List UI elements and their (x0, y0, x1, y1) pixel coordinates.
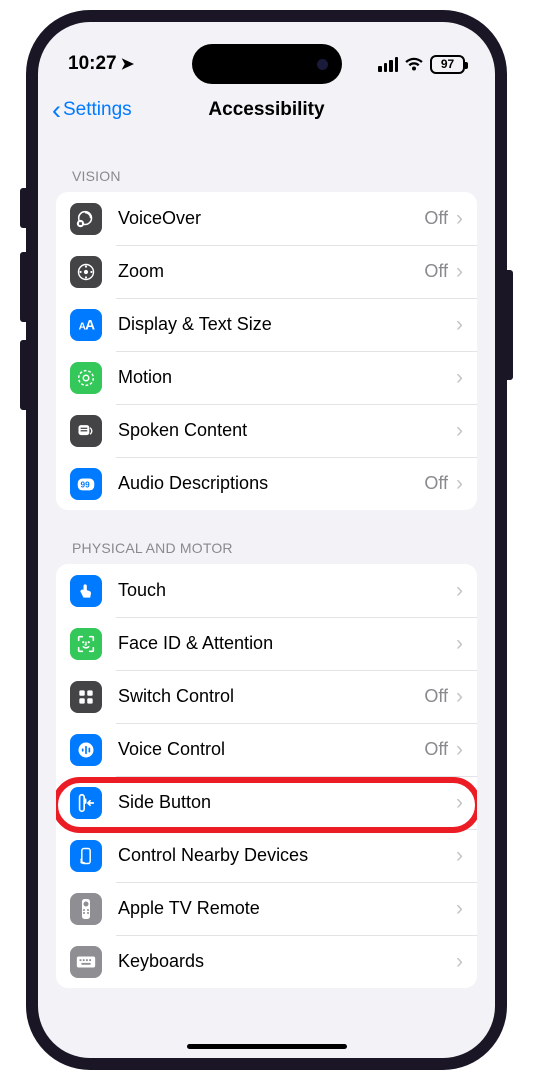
row-voiceover[interactable]: VoiceOver Off › (56, 192, 477, 245)
home-indicator[interactable] (187, 1044, 347, 1049)
switch-control-icon (70, 681, 102, 713)
touch-icon (70, 575, 102, 607)
settings-group-vision: VoiceOver Off › Zoom Off › AA Dis (56, 192, 477, 510)
navigation-bar: ‹ Settings Accessibility (38, 88, 495, 138)
settings-group-physical: Touch › Face ID & Attention › Switch Con… (56, 564, 477, 988)
row-status: Off (424, 208, 448, 229)
row-label: Apple TV Remote (118, 898, 456, 919)
battery-icon: 97 (430, 55, 465, 74)
row-keyboards[interactable]: Keyboards › (56, 935, 477, 988)
dynamic-island (192, 44, 342, 84)
text-size-icon: AA (70, 309, 102, 341)
row-label: Side Button (118, 792, 456, 813)
chevron-right-icon: › (456, 419, 463, 443)
motion-icon (70, 362, 102, 394)
side-button-hardware (507, 270, 513, 380)
back-label: Settings (63, 99, 132, 121)
row-spoken-content[interactable]: Spoken Content › (56, 404, 477, 457)
row-label: Zoom (118, 261, 424, 282)
cellular-signal-icon (378, 57, 398, 72)
row-status: Off (424, 473, 448, 494)
row-label: Motion (118, 367, 456, 388)
chevron-right-icon: › (456, 313, 463, 337)
row-side-button[interactable]: Side Button › (56, 776, 477, 829)
row-status: Off (424, 686, 448, 707)
row-label: Control Nearby Devices (118, 845, 456, 866)
spoken-content-icon (70, 415, 102, 447)
chevron-right-icon: › (456, 738, 463, 762)
row-label: Face ID & Attention (118, 633, 456, 654)
screen: 10:27 ➤ 97 ‹ Settings Accessibility VISI… (38, 22, 495, 1058)
back-button[interactable]: ‹ Settings (52, 99, 208, 121)
row-label: Spoken Content (118, 420, 456, 441)
zoom-icon (70, 256, 102, 288)
location-icon: ➤ (121, 54, 134, 74)
svg-text:99: 99 (81, 480, 91, 489)
phone-frame: 10:27 ➤ 97 ‹ Settings Accessibility VISI… (26, 10, 507, 1070)
chevron-right-icon: › (456, 472, 463, 496)
row-zoom[interactable]: Zoom Off › (56, 245, 477, 298)
row-label: Touch (118, 580, 456, 601)
row-label: Audio Descriptions (118, 473, 424, 494)
chevron-right-icon: › (456, 950, 463, 974)
chevron-right-icon: › (456, 207, 463, 231)
row-audio-descriptions[interactable]: 99 Audio Descriptions Off › (56, 457, 477, 510)
chevron-left-icon: ‹ (52, 102, 61, 118)
svg-text:A: A (85, 317, 95, 332)
page-title: Accessibility (208, 99, 324, 121)
wifi-icon (404, 57, 424, 72)
chevron-right-icon: › (456, 366, 463, 390)
side-button-icon (70, 787, 102, 819)
section-header-vision: VISION (56, 138, 477, 192)
voiceover-icon (70, 203, 102, 235)
voice-control-icon (70, 734, 102, 766)
chevron-right-icon: › (456, 844, 463, 868)
row-motion[interactable]: Motion › (56, 351, 477, 404)
audio-descriptions-icon: 99 (70, 468, 102, 500)
row-voice-control[interactable]: Voice Control Off › (56, 723, 477, 776)
row-faceid-attention[interactable]: Face ID & Attention › (56, 617, 477, 670)
chevron-right-icon: › (456, 260, 463, 284)
chevron-right-icon: › (456, 791, 463, 815)
row-display-text-size[interactable]: AA Display & Text Size › (56, 298, 477, 351)
nearby-devices-icon (70, 840, 102, 872)
keyboards-icon (70, 946, 102, 978)
row-switch-control[interactable]: Switch Control Off › (56, 670, 477, 723)
row-status: Off (424, 261, 448, 282)
section-header-physical: PHYSICAL AND MOTOR (56, 510, 477, 564)
status-time: 10:27 (68, 53, 117, 75)
row-touch[interactable]: Touch › (56, 564, 477, 617)
apple-tv-remote-icon (70, 893, 102, 925)
content-area[interactable]: VISION VoiceOver Off › Zoom Off › (38, 138, 495, 1058)
chevron-right-icon: › (456, 579, 463, 603)
chevron-right-icon: › (456, 897, 463, 921)
row-label: VoiceOver (118, 208, 424, 229)
row-label: Keyboards (118, 951, 456, 972)
row-label: Voice Control (118, 739, 424, 760)
faceid-icon (70, 628, 102, 660)
row-label: Switch Control (118, 686, 424, 707)
chevron-right-icon: › (456, 685, 463, 709)
row-control-nearby-devices[interactable]: Control Nearby Devices › (56, 829, 477, 882)
row-apple-tv-remote[interactable]: Apple TV Remote › (56, 882, 477, 935)
chevron-right-icon: › (456, 632, 463, 656)
row-status: Off (424, 739, 448, 760)
row-label: Display & Text Size (118, 314, 456, 335)
